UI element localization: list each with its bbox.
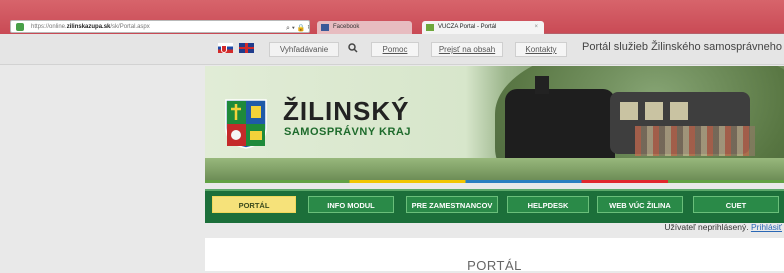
banner-ground: [205, 158, 784, 181]
vucza-icon: [426, 24, 434, 31]
url-prefix: https://online.: [31, 24, 67, 30]
logo-main-text: ŽILINSKÝ: [283, 96, 410, 126]
portal-title: Portál služieb Žilinského samosprávneho …: [582, 41, 784, 53]
menu-item-pre-zamestnancov[interactable]: PRE ZAMESTNANCOV: [406, 196, 498, 213]
menu-item-cuet[interactable]: CUET: [693, 196, 779, 213]
locomotive: [505, 89, 615, 169]
url-path: /sk/Portal.aspx: [110, 24, 150, 30]
coat-of-arms-icon[interactable]: [224, 98, 268, 150]
search-icon[interactable]: [348, 43, 358, 53]
search-input[interactable]: Vyhľadávanie: [269, 42, 339, 57]
passengers: [635, 126, 755, 156]
wagon-window: [645, 102, 663, 120]
color-stripe: [205, 180, 784, 183]
menu-item-web-vuc-zilina[interactable]: WEB VÚC ŽILINA: [597, 196, 683, 213]
address-bar[interactable]: https://online.zilinskazupa.sk/sk/Portal…: [10, 20, 310, 33]
tab-label: Facebook: [333, 24, 360, 30]
wagon-window: [620, 102, 638, 120]
wagon-window: [670, 102, 688, 120]
login-link[interactable]: Prihlásiť: [751, 222, 782, 232]
menu-item-info-modul[interactable]: INFO MODUL: [308, 196, 394, 213]
menu-item-helpdesk[interactable]: HELPDESK: [507, 196, 589, 213]
facebook-icon: [321, 24, 329, 31]
tab-label: VUCZA Portal - Portál: [438, 24, 497, 30]
logo-sub-text: SAMOSPRÁVNY KRAJ: [284, 126, 411, 138]
slovak-flag-icon[interactable]: [218, 43, 233, 53]
close-tab-icon[interactable]: ×: [534, 21, 538, 34]
help-button[interactable]: Pomoc: [371, 42, 419, 57]
contacts-button[interactable]: Kontakty: [515, 42, 567, 57]
user-status: Užívateľ neprihlásený. Prihlásiť: [640, 222, 782, 232]
menu-item-portal[interactable]: PORTÁL: [212, 196, 296, 213]
user-status-text: Užívateľ neprihlásený.: [664, 222, 749, 232]
url-domain: zilinskazupa.sk: [66, 24, 111, 30]
address-actions-icon[interactable]: ⌕ ▾ 🔒 ↻: [286, 22, 309, 32]
skip-to-content-button[interactable]: Prejsť na obsah: [431, 42, 503, 57]
tab-facebook[interactable]: Facebook: [317, 21, 412, 34]
tab-vucza-portal[interactable]: VUCZA Portal - Portál ×: [422, 21, 544, 34]
locomotive-chimney: [535, 76, 549, 94]
secure-lock-icon: [16, 23, 24, 31]
english-flag-icon[interactable]: [239, 43, 254, 53]
